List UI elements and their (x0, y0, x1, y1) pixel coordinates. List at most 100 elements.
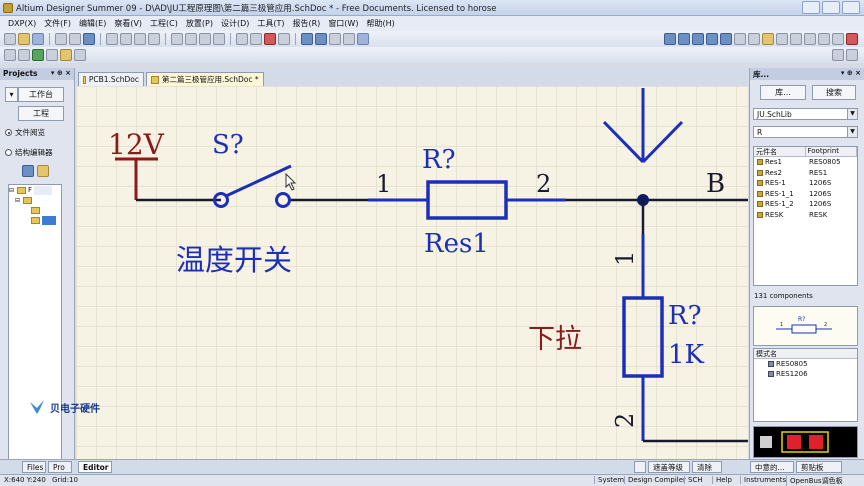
deselect-icon[interactable] (264, 33, 276, 45)
libraries-button[interactable]: 库... (760, 85, 806, 100)
utility-tools-icon[interactable] (4, 49, 16, 61)
no-erc-icon[interactable] (846, 33, 858, 45)
save-icon[interactable] (32, 33, 44, 45)
library-select[interactable]: JU.SchLib ▼ (753, 108, 858, 120)
power-port-12v[interactable]: 12V (108, 128, 165, 200)
switch-s[interactable]: S? 温度开关 (176, 130, 292, 277)
digital-devices-icon[interactable] (46, 49, 58, 61)
zoom-area-icon[interactable] (120, 33, 132, 45)
file-view-radio[interactable]: 文件阅览 (5, 127, 45, 138)
harness-connector-icon[interactable] (818, 33, 830, 45)
component-row[interactable]: Res1 RES0805 (754, 157, 857, 168)
tab-favorites[interactable]: 中意的... (750, 461, 794, 473)
mask-level-button[interactable]: 遮盖等级 (648, 461, 690, 473)
signal-harness-icon[interactable] (692, 33, 704, 45)
tab-projects[interactable]: Pro (48, 461, 72, 473)
resistor-r1[interactable]: 1 2 R? Res1 (368, 145, 566, 259)
expand-icon[interactable]: ⊟ (9, 187, 17, 194)
move-icon[interactable] (250, 33, 262, 45)
project-tree[interactable]: ⊟ F ⊟ (8, 184, 62, 484)
component-row[interactable]: Res2 RES1 (754, 168, 857, 179)
folder-options-icon[interactable] (37, 165, 49, 177)
menu-design[interactable]: 设计(D) (217, 18, 253, 29)
tab-pcb1-schdoc[interactable]: PCB1.SchDoc (78, 72, 144, 86)
redo-icon[interactable] (315, 33, 327, 45)
tree-child-row[interactable] (9, 205, 61, 215)
menu-place[interactable]: 放置(P) (182, 18, 217, 29)
sheet-symbol-icon[interactable] (776, 33, 788, 45)
mode-toolbar-icon[interactable] (832, 49, 844, 61)
tab-editor[interactable]: Editor (78, 461, 112, 473)
sheet-entry-icon[interactable] (790, 33, 802, 45)
menu-project[interactable]: 工程(C) (146, 18, 182, 29)
clear-filter-icon[interactable] (278, 33, 290, 45)
zoom-selected-icon[interactable] (134, 33, 146, 45)
minimize-button[interactable] (802, 1, 820, 14)
select-area-icon[interactable] (236, 33, 248, 45)
tree-root-row[interactable]: ⊟ F (9, 185, 61, 195)
tab-clipboard[interactable]: 剪贴板 (796, 461, 842, 473)
device-sheet-icon[interactable] (83, 33, 95, 45)
component-list[interactable]: 元件名 Footprint Res1 RES0805 Res2 RES1 RES… (753, 146, 858, 286)
undo-icon[interactable] (301, 33, 313, 45)
panel-pin-icon[interactable]: ▾ ⊕ × (51, 69, 71, 77)
power-sources-icon[interactable] (32, 49, 44, 61)
workspace-button[interactable]: 工作台 (18, 87, 64, 102)
close-button[interactable] (842, 1, 860, 14)
project-options-icon[interactable] (22, 165, 34, 177)
mode-dropdown-icon[interactable] (846, 49, 858, 61)
port-icon[interactable] (832, 33, 844, 45)
device-sheet-symbol-icon[interactable] (804, 33, 816, 45)
alignment-tools-icon[interactable] (18, 49, 30, 61)
place-part-icon[interactable] (762, 33, 774, 45)
cross-probe-icon[interactable] (148, 33, 160, 45)
tree-child-row[interactable] (9, 215, 61, 225)
tab-files[interactable]: Files (22, 461, 46, 473)
model-row[interactable]: RES0805 (754, 359, 857, 369)
menu-view[interactable]: 察看(V) (110, 18, 146, 29)
schematic-canvas[interactable]: 12V S? 温度开关 1 2 R? Res1 B 1 2 R? 1K 下拉 (76, 86, 748, 459)
menu-tools[interactable]: 工具(T) (253, 18, 288, 29)
tree-child-row[interactable]: ⊟ (9, 195, 61, 205)
status-openbus-button[interactable]: OpenBus调色板 (786, 476, 846, 486)
structure-editor-radio[interactable]: 结构编辑器 (5, 147, 53, 158)
expand-icon[interactable]: ⊟ (15, 197, 23, 204)
filter-input[interactable]: R ▼ (753, 126, 858, 138)
col-component-name[interactable]: 元件名 (754, 147, 806, 156)
panel-pin-icon[interactable]: ▾ ⊕ × (841, 69, 861, 77)
status-design-compiler-button[interactable]: Design Compiler (624, 476, 689, 484)
clear-button[interactable]: 清除 (692, 461, 722, 473)
net-label-icon[interactable] (720, 33, 732, 45)
mask-level-icon[interactable] (634, 461, 646, 473)
component-row[interactable]: RES-1_2 1206S (754, 199, 857, 210)
menu-edit[interactable]: 编辑(E) (75, 18, 110, 29)
component-row[interactable]: RES-1_1 1206S (754, 189, 857, 200)
paste-icon[interactable] (199, 33, 211, 45)
bus-entry-icon[interactable] (706, 33, 718, 45)
help-icon[interactable] (357, 33, 369, 45)
rubber-stamp-icon[interactable] (213, 33, 225, 45)
print-icon[interactable] (55, 33, 67, 45)
resistor-r2[interactable]: 1 2 R? 1K 下拉 (528, 234, 705, 441)
status-help-button[interactable]: Help (712, 476, 735, 484)
col-footprint[interactable]: Footprint (806, 147, 857, 156)
status-instruments-button[interactable]: Instruments (740, 476, 789, 484)
menu-file[interactable]: 文件(F) (40, 18, 75, 29)
menu-reports[interactable]: 报告(R) (289, 18, 325, 29)
hierarchy-icon[interactable] (329, 33, 341, 45)
component-row[interactable]: RES-1 1206S (754, 178, 857, 189)
model-row[interactable]: RES1206 (754, 369, 857, 379)
status-sch-button[interactable]: SCH (684, 476, 706, 484)
component-row[interactable]: RESK RESK (754, 210, 857, 221)
model-list[interactable]: 模式名 RES0805 RES1206 (753, 348, 858, 422)
status-system-button[interactable]: System (594, 476, 627, 484)
grids-icon[interactable] (74, 49, 86, 61)
maximize-button[interactable] (822, 1, 840, 14)
chevron-down-icon[interactable]: ▼ (847, 109, 857, 119)
vcc-port-icon[interactable] (748, 33, 760, 45)
print-preview-icon[interactable] (69, 33, 81, 45)
zoom-fit-icon[interactable] (106, 33, 118, 45)
new-icon[interactable] (4, 33, 16, 45)
menu-help[interactable]: 帮助(H) (362, 18, 398, 29)
bus-tool-icon[interactable] (678, 33, 690, 45)
